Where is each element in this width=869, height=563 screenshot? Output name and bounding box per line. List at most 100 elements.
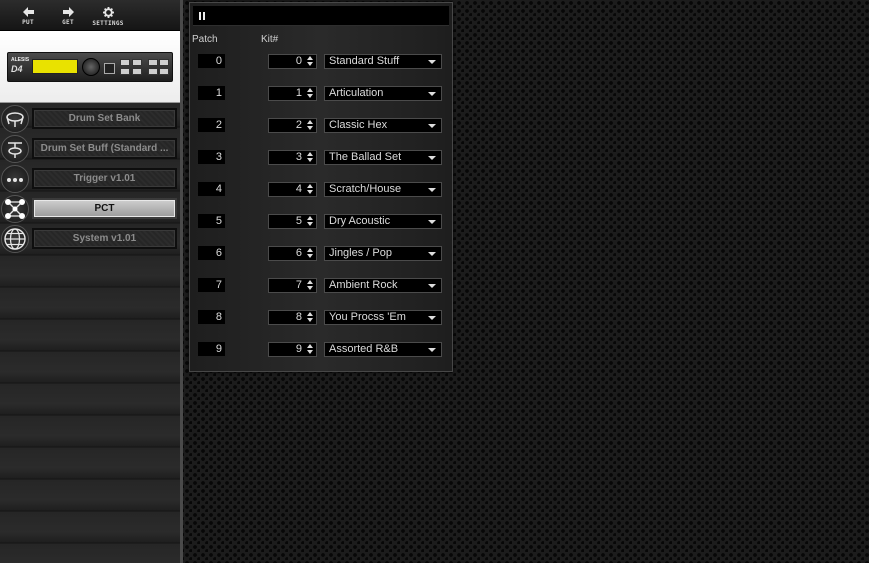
sidebar: PUT GET SETTINGS ALESIS D4 Drum Set Bank…	[0, 0, 183, 563]
device-knob	[82, 57, 100, 76]
kit-name-label: The Ballad Set	[329, 151, 402, 163]
kit-number-value: 5	[295, 215, 302, 227]
get-label: GET	[62, 19, 74, 26]
kit-number-value: 7	[295, 279, 302, 291]
kit-number-value: 9	[295, 343, 302, 355]
settings-label: SETTINGS	[92, 20, 124, 27]
chevron-down-icon	[428, 220, 436, 224]
nav-button-trigger[interactable]: Trigger v1.01	[32, 168, 177, 189]
patch-row: 9 9 Assorted R&B	[190, 342, 450, 358]
nav-button-system[interactable]: System v1.01	[32, 228, 177, 249]
patch-number: 3	[198, 150, 225, 164]
kit-name-dropdown[interactable]: Articulation	[324, 86, 442, 101]
panel-header	[193, 6, 449, 26]
kit-number-stepper[interactable]: 3	[268, 150, 317, 165]
stepper-arrows-icon[interactable]	[307, 248, 313, 259]
arrow-left-icon	[22, 7, 34, 17]
kit-number-value: 0	[295, 55, 302, 67]
kit-number-stepper[interactable]: 4	[268, 182, 317, 197]
nav-button-pct[interactable]: PCT	[32, 198, 177, 219]
patch-row: 2 2 Classic Hex	[190, 118, 450, 134]
kit-name-dropdown[interactable]: Ambient Rock	[324, 278, 442, 293]
patch-row: 1 1 Articulation	[190, 86, 450, 102]
kit-number-value: 1	[295, 87, 302, 99]
kit-name-dropdown[interactable]: Jingles / Pop	[324, 246, 442, 261]
chevron-down-icon	[428, 188, 436, 192]
stepper-arrows-icon[interactable]	[307, 120, 313, 131]
kit-number-stepper[interactable]: 9	[268, 342, 317, 357]
kit-number-stepper[interactable]: 0	[268, 54, 317, 69]
kit-number-stepper[interactable]: 6	[268, 246, 317, 261]
get-button[interactable]: GET	[48, 0, 88, 30]
device-image: ALESIS D4	[7, 51, 173, 82]
stepper-arrows-icon[interactable]	[307, 216, 313, 227]
kit-name-dropdown[interactable]: Dry Acoustic	[324, 214, 442, 229]
stepper-arrows-icon[interactable]	[307, 312, 313, 323]
toolbar: PUT GET SETTINGS	[0, 0, 180, 31]
kit-number-stepper[interactable]: 7	[268, 278, 317, 293]
device-button	[148, 58, 158, 66]
patch-number: 5	[198, 214, 225, 228]
patch-number: 9	[198, 342, 225, 356]
settings-button[interactable]: SETTINGS	[88, 0, 128, 30]
dots-icon	[1, 165, 29, 193]
nav-item-drum-set-buff: Drum Set Buff (Standard ...	[0, 134, 180, 164]
stepper-arrows-icon[interactable]	[307, 344, 313, 355]
kit-number-value: 2	[295, 119, 302, 131]
kit-name-dropdown[interactable]: Assorted R&B	[324, 342, 442, 357]
stepper-arrows-icon[interactable]	[307, 152, 313, 163]
kit-number-stepper[interactable]: 8	[268, 310, 317, 325]
kit-name-label: Standard Stuff	[329, 55, 400, 67]
patch-row: 3 3 The Ballad Set	[190, 150, 450, 166]
nav-item-system: System v1.01	[0, 224, 180, 254]
stepper-arrows-icon[interactable]	[307, 280, 313, 291]
device-button	[120, 58, 130, 66]
patch-row: 4 4 Scratch/House	[190, 182, 450, 198]
stepper-arrows-icon[interactable]	[307, 184, 313, 195]
kit-number-stepper[interactable]: 2	[268, 118, 317, 133]
pause-icon[interactable]	[198, 12, 206, 20]
patch-number: 1	[198, 86, 225, 100]
kit-name-label: You Procss 'Em	[329, 311, 406, 323]
nav-button-drum-set-buff[interactable]: Drum Set Buff (Standard ...	[32, 138, 177, 159]
chevron-down-icon	[428, 316, 436, 320]
patch-number: 8	[198, 310, 225, 324]
kit-number-value: 8	[295, 311, 302, 323]
device-button	[132, 58, 142, 66]
chevron-down-icon	[428, 92, 436, 96]
kit-name-dropdown[interactable]: The Ballad Set	[324, 150, 442, 165]
device-button	[132, 67, 142, 75]
device-button	[159, 67, 169, 75]
patch-number: 4	[198, 182, 225, 196]
kit-name-dropdown[interactable]: You Procss 'Em	[324, 310, 442, 325]
kit-name-label: Ambient Rock	[329, 279, 398, 291]
chevron-down-icon	[428, 124, 436, 128]
device-logo: ALESIS	[11, 56, 30, 63]
device-model: D4	[11, 63, 23, 74]
kit-name-label: Articulation	[329, 87, 384, 99]
device-jack	[104, 62, 115, 74]
patch-number: 0	[198, 54, 225, 68]
kit-name-dropdown[interactable]: Scratch/House	[324, 182, 442, 197]
patch-row: 8 8 You Procss 'Em	[190, 310, 450, 326]
kit-number-value: 6	[295, 247, 302, 259]
kit-name-dropdown[interactable]: Standard Stuff	[324, 54, 442, 69]
chevron-down-icon	[428, 156, 436, 160]
nav-item-trigger: Trigger v1.01	[0, 164, 180, 194]
nav-item-pct: PCT	[0, 194, 180, 224]
patch-row: 5 5 Dry Acoustic	[190, 214, 450, 230]
stepper-arrows-icon[interactable]	[307, 56, 313, 67]
kit-number-stepper[interactable]: 1	[268, 86, 317, 101]
patch-row: 0 0 Standard Stuff	[190, 54, 450, 70]
nav-button-drum-set-bank[interactable]: Drum Set Bank	[32, 108, 177, 129]
put-button[interactable]: PUT	[8, 0, 48, 30]
kit-number-stepper[interactable]: 5	[268, 214, 317, 229]
kit-name-dropdown[interactable]: Classic Hex	[324, 118, 442, 133]
kit-name-label: Dry Acoustic	[329, 215, 391, 227]
stepper-arrows-icon[interactable]	[307, 88, 313, 99]
drum-stand-icon	[1, 135, 29, 163]
patch-number: 7	[198, 278, 225, 292]
pct-panel: Patch Kit# 0 0 Standard Stuff 1 1 Articulatio…	[189, 2, 453, 372]
patch-row: 7 7 Ambient Rock	[190, 278, 450, 294]
patch-number: 2	[198, 118, 225, 132]
